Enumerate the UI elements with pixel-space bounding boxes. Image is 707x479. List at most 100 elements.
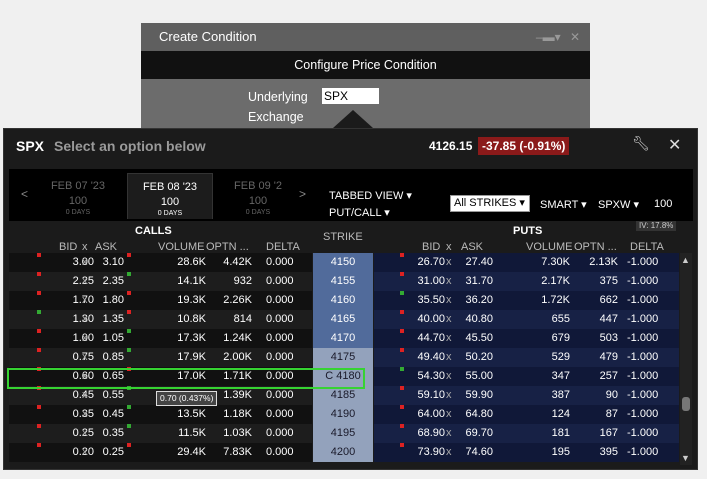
strike-cell[interactable]: 4170 <box>313 329 373 348</box>
put-ask[interactable]: 45.50 <box>457 329 493 348</box>
wrench-icon[interactable]: 🔧︎ <box>632 135 650 152</box>
call-volume-header: VOLUME <box>158 241 205 253</box>
put-delta-header: DELTA <box>630 241 664 253</box>
put-volume: 195 <box>551 446 570 458</box>
tick-indicator <box>400 272 404 276</box>
put-volume-header: VOLUME <box>526 241 573 253</box>
close-icon[interactable]: ✕ <box>570 30 580 44</box>
exchange-dropdown[interactable]: SMART ▾ <box>540 198 587 211</box>
put-ask[interactable]: 36.20 <box>457 291 493 310</box>
put-bid[interactable]: 35.50 <box>409 291 445 310</box>
put-bid[interactable]: 31.00 <box>409 272 445 291</box>
strike-cell[interactable]: 4200 <box>313 443 373 462</box>
put-ask[interactable]: 31.70 <box>457 272 493 291</box>
call-ask[interactable]: 3.10 <box>84 253 124 272</box>
option-row[interactable]: 4190 0.35 x 0.45 13.5K 1.18K 0.000 64.00 x 64.80 1… <box>9 405 679 424</box>
put-delta: -1.000 <box>627 427 659 439</box>
put-bid[interactable]: 49.40 <box>409 348 445 367</box>
call-ask[interactable]: 0.35 <box>84 424 124 443</box>
put-delta: -1.000 <box>627 370 659 382</box>
put-bid[interactable]: 59.10 <box>409 386 445 405</box>
next-expiry-arrow[interactable]: > <box>299 187 306 201</box>
option-row[interactable]: 4195 0.25 x 0.35 11.5K 1.03K 0.000 68.90 x 69.70 1… <box>9 424 679 443</box>
strike-cell[interactable]: 4190 <box>313 405 373 424</box>
tick-indicator <box>127 253 131 257</box>
put-ask[interactable]: 74.60 <box>457 443 493 462</box>
scrollbar[interactable]: ▲ ▼ <box>680 253 692 465</box>
strike-cell[interactable]: 4175 <box>313 348 373 367</box>
call-ask[interactable]: 0.45 <box>84 405 124 424</box>
tick-indicator <box>37 291 41 295</box>
put-ask[interactable]: 50.20 <box>457 348 493 367</box>
put-bid[interactable]: 68.90 <box>409 424 445 443</box>
option-row[interactable]: 4200 0.20 x 0.25 29.4K 7.83K 0.000 73.90 x 74.60 1… <box>9 443 679 462</box>
strike-cell[interactable]: 4160 <box>313 291 373 310</box>
prev-expiry-arrow[interactable]: < <box>21 187 28 201</box>
tick-indicator <box>127 405 131 409</box>
put-bid[interactable]: 26.70 <box>409 253 445 272</box>
trading-class-dropdown[interactable]: SPXW ▾ <box>598 198 639 211</box>
put-bid[interactable]: 40.00 <box>409 310 445 329</box>
scroll-thumb[interactable] <box>682 397 690 411</box>
tick-indicator <box>37 329 41 333</box>
put-ask[interactable]: 69.70 <box>457 424 493 443</box>
call-ask[interactable]: 1.80 <box>84 291 124 310</box>
tick-indicator <box>400 367 404 371</box>
call-ask[interactable]: 0.85 <box>84 348 124 367</box>
put-call-dropdown[interactable]: PUT/CALL ▾ <box>329 206 390 219</box>
times-sign: x <box>446 370 452 382</box>
put-ask[interactable]: 40.80 <box>457 310 493 329</box>
put-ask[interactable]: 55.00 <box>457 367 493 386</box>
dialog-subtitle: Configure Price Condition <box>141 51 590 79</box>
strikes-select[interactable]: All STRIKES ▾ <box>450 195 530 212</box>
option-row[interactable]: 4165 1.30 x 1.35 10.8K 814 0.000 40.00 x 40.80 655… <box>9 310 679 329</box>
call-volume: 17.9K <box>177 351 206 363</box>
call-delta: 0.000 <box>266 313 294 325</box>
strike-cell[interactable]: 4195 <box>313 424 373 443</box>
scroll-up-icon[interactable]: ▲ <box>681 255 690 265</box>
selected-row-highlight <box>7 368 365 389</box>
pin-icon[interactable]: ‒▬▾ <box>536 30 561 44</box>
put-ask[interactable]: 27.40 <box>457 253 493 272</box>
close-icon[interactable]: ✕ <box>668 135 681 155</box>
call-open-interest: 1.03K <box>223 427 252 439</box>
strike-cell[interactable]: 4155 <box>313 272 373 291</box>
put-delta: -1.000 <box>627 389 659 401</box>
expiry-tab[interactable]: FEB 07 '23 100 0 DAYS <box>35 173 121 219</box>
tabbed-view-dropdown[interactable]: TABBED VIEW ▾ <box>329 189 412 202</box>
put-ask[interactable]: 59.90 <box>457 386 493 405</box>
put-open-interest: 257 <box>599 370 618 382</box>
put-bid[interactable]: 73.90 <box>409 443 445 462</box>
put-ask[interactable]: 64.80 <box>457 405 493 424</box>
tick-indicator <box>400 348 404 352</box>
put-bid[interactable]: 64.00 <box>409 405 445 424</box>
multiplier-value: 100 <box>654 198 673 210</box>
call-ask[interactable]: 2.35 <box>84 272 124 291</box>
option-row[interactable]: 4175 0.75 x 0.85 17.9K 2.00K 0.000 49.40 x 50.20 5… <box>9 348 679 367</box>
strike-cell[interactable]: 4150 <box>313 253 373 272</box>
chain-symbol: SPX <box>16 138 45 154</box>
underlying-input[interactable]: SPX <box>322 88 379 104</box>
dialog-header: Create Condition ‒▬▾ ✕ <box>141 23 590 51</box>
option-row[interactable]: 4155 2.25 x 2.35 14.1K 932 0.000 31.00 x 31.70 2.1… <box>9 272 679 291</box>
put-bid[interactable]: 54.30 <box>409 367 445 386</box>
call-ask[interactable]: 1.05 <box>84 329 124 348</box>
call-ask[interactable]: 1.35 <box>84 310 124 329</box>
put-bid[interactable]: 44.70 <box>409 329 445 348</box>
put-delta: -1.000 <box>627 446 659 458</box>
scroll-down-icon[interactable]: ▼ <box>681 453 690 463</box>
put-open-interest: 395 <box>599 446 618 458</box>
option-row[interactable]: 4150 3.00 x 3.10 28.6K 4.42K 0.000 26.70 x 27.40 7… <box>9 253 679 272</box>
expiry-tab[interactable]: FEB 09 '2 100 0 DAYS <box>215 173 301 219</box>
put-open-interest: 662 <box>599 294 618 306</box>
option-row[interactable]: 4160 1.70 x 1.80 19.3K 2.26K 0.000 35.50 x 36.20 1… <box>9 291 679 310</box>
call-ask[interactable]: 0.25 <box>84 443 124 462</box>
tick-indicator <box>37 443 41 447</box>
underlying-label: Underlying <box>248 90 308 104</box>
call-ask-header: ASK <box>95 241 118 253</box>
expiry-tab-active[interactable]: FEB 08 '23 100 0 DAYS <box>127 173 213 219</box>
tick-indicator <box>400 405 404 409</box>
strike-cell[interactable]: 4165 <box>313 310 373 329</box>
call-open-interest: 2.26K <box>223 294 252 306</box>
option-row[interactable]: 4170 1.00 x 1.05 17.3K 1.24K 0.000 44.70 x 45.50 6… <box>9 329 679 348</box>
